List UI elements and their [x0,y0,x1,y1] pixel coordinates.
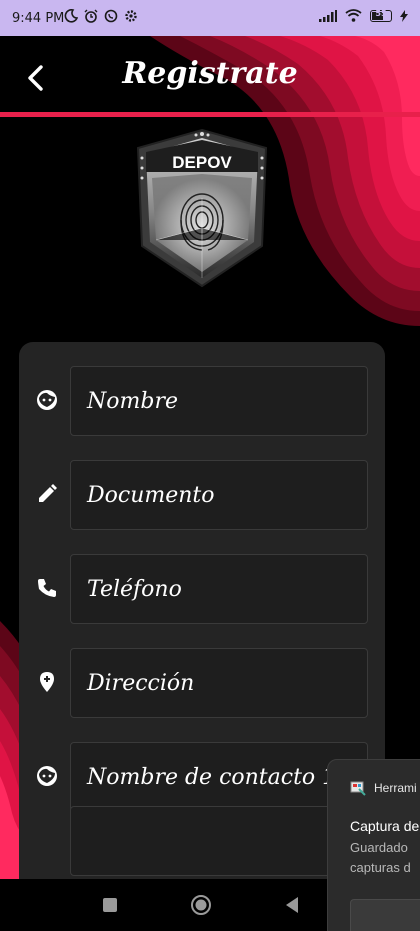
logo-text: DEPOV [172,153,232,172]
form-field-row: Teléfono [19,554,385,624]
header-divider [0,112,420,117]
notification-app-name: Herrami [374,781,417,795]
home-button[interactable] [189,893,213,917]
notification-body-line-2: capturas d [350,860,411,875]
status-icons-right: 55 [319,9,408,22]
text-input-field[interactable]: Nombre [70,366,368,436]
settings-icon [125,10,137,22]
form-field-row: Documento [19,460,385,530]
pencil-icon [35,482,59,506]
app-screen: Registrate DEPOV Nombre Documento Teléfo… [0,36,420,879]
nav-back-button[interactable] [280,893,304,917]
app-header: Registrate [0,36,420,117]
recents-button[interactable] [98,893,122,917]
charging-icon [400,9,408,22]
alarm-icon [84,9,98,23]
battery-level: 55 [375,8,387,18]
text-input-field[interactable] [70,806,368,876]
location-add-icon [35,670,59,694]
depov-logo: DEPOV [136,128,268,288]
form-field-row: Nombre [19,366,385,436]
form-field-row: Dirección [19,648,385,718]
whatsapp-icon [104,9,118,23]
status-bar: 9:44 PM 55 [0,0,420,36]
triangle-back-icon [286,897,298,913]
status-time: 9:44 PM [12,11,65,26]
notification-toast[interactable]: Herrami Captura de Guardado capturas d [327,759,420,931]
notification-body: Guardado capturas d [350,838,411,878]
moon-icon [64,9,78,23]
signal-icon [319,9,337,22]
text-input-field[interactable]: Dirección [70,648,368,718]
text-input-field[interactable]: Nombre de contacto 1 [70,742,368,812]
field-label: Nombre [87,388,178,414]
field-label: Dirección [87,670,195,696]
field-label: Nombre de contacto 1 [87,764,337,790]
page-title: Registrate [122,56,298,91]
fingerprint-shield-logo: DEPOV [136,128,268,288]
face-icon [35,388,59,412]
wifi-icon [345,9,362,22]
snipping-tool-icon [350,781,366,796]
square-icon [103,898,117,912]
field-label: Documento [87,482,215,508]
battery-icon: 55 [370,8,392,22]
text-input-field[interactable]: Teléfono [70,554,368,624]
face-icon [35,764,59,788]
text-input-field[interactable]: Documento [70,460,368,530]
notification-title: Captura de [350,818,420,834]
field-label: Teléfono [87,576,182,602]
notification-action-button[interactable] [350,899,420,931]
status-icons-left [64,9,138,23]
home-circle-icon [191,895,211,915]
phone-icon [35,576,59,600]
notification-body-line-1: Guardado [350,840,408,855]
